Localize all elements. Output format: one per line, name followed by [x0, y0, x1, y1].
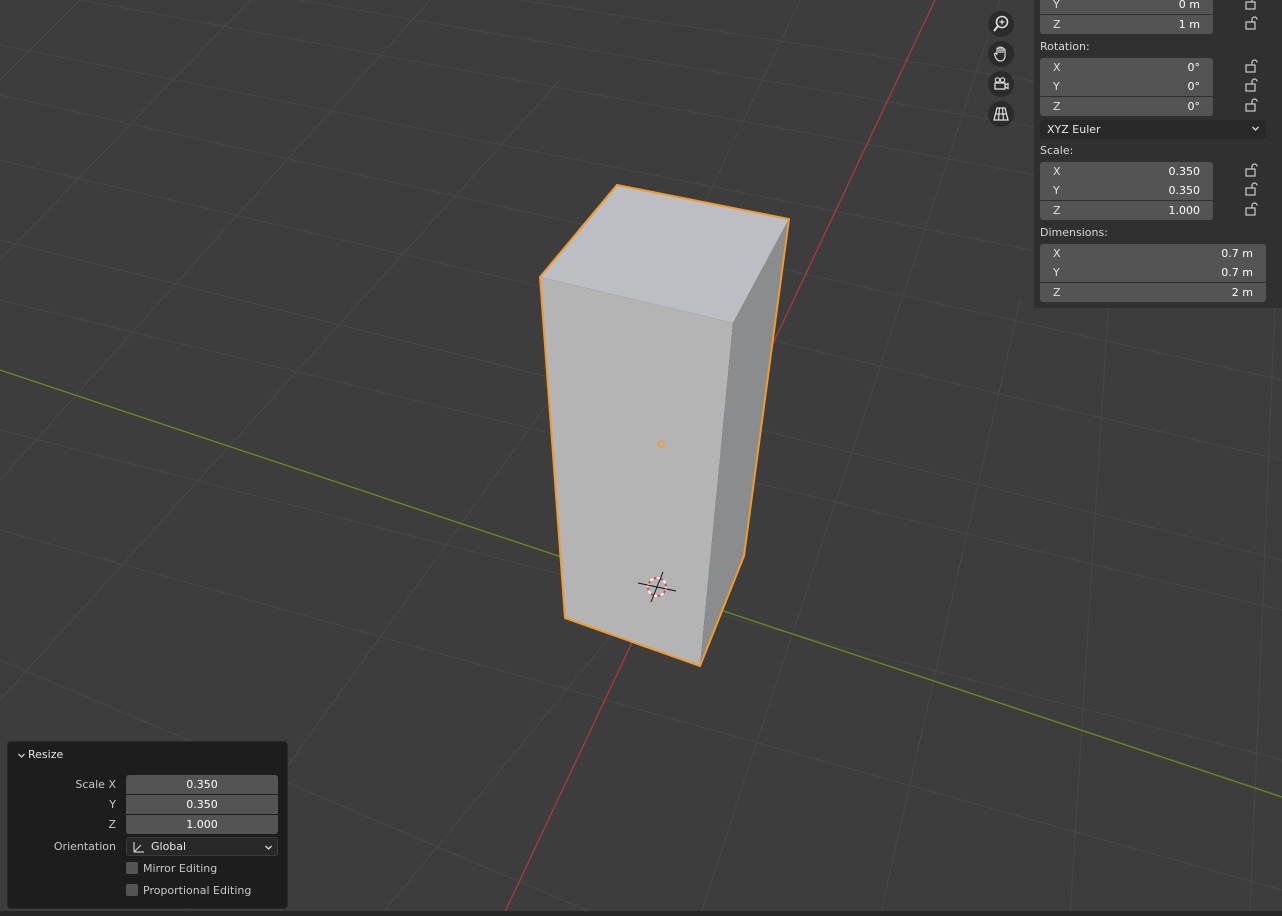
field-value: 0.7 m: [1221, 266, 1253, 279]
axis-label: Y: [1053, 80, 1060, 93]
panel-title[interactable]: Resize: [28, 748, 63, 761]
field-value: 1 m: [1178, 18, 1200, 31]
lock-icon[interactable]: [1244, 78, 1258, 92]
dimensions-y-field[interactable]: Y 0.7 m: [1040, 263, 1266, 282]
axis-label: Y: [1053, 266, 1060, 279]
pan-hand-icon[interactable]: [988, 41, 1014, 67]
zoom-icon[interactable]: [988, 11, 1014, 37]
scale-label: Scale:: [1040, 144, 1074, 157]
ortho-grid-icon[interactable]: [988, 101, 1014, 127]
orientation-global-icon: [133, 842, 144, 853]
orientation-label: Orientation: [53, 840, 116, 853]
lock-icon[interactable]: [1244, 202, 1258, 216]
axis-label: Z: [1053, 100, 1061, 113]
axis-label: Z: [1053, 286, 1061, 299]
chevron-down-icon: [265, 845, 272, 850]
field-value: 2 m: [1231, 286, 1253, 299]
resize-scale-x-field[interactable]: 0.350: [126, 775, 278, 794]
rotation-label: Rotation:: [1040, 40, 1090, 53]
dimensions-z-field[interactable]: Z 2 m: [1040, 283, 1266, 302]
axis-label: X: [1053, 247, 1061, 260]
lock-icon[interactable]: [1244, 16, 1258, 30]
dropdown-value: XYZ Euler: [1047, 123, 1101, 136]
status-bar-edge: [0, 911, 1282, 916]
rotation-z-field[interactable]: Z 0°: [1040, 97, 1213, 116]
lock-icon[interactable]: [1244, 59, 1258, 73]
lock-icon[interactable]: [1244, 0, 1258, 10]
proportional-editing-checkbox[interactable]: [126, 884, 138, 896]
dropdown-value: Global: [151, 840, 187, 853]
scale-y-field[interactable]: Y 0.350: [1040, 181, 1213, 200]
field-value: 0.7 m: [1221, 247, 1253, 260]
dimensions-x-field[interactable]: X 0.7 m: [1040, 244, 1266, 263]
chevron-down-icon: [1252, 126, 1259, 131]
scale-z-field[interactable]: Z 1.000: [1040, 201, 1213, 220]
scale-y-label: Y: [109, 798, 116, 811]
scale-z-label: Z: [108, 818, 116, 831]
rotation-y-field[interactable]: Y 0°: [1040, 77, 1213, 96]
mirror-editing-checkbox[interactable]: [126, 862, 138, 874]
camera-view-icon[interactable]: [988, 71, 1014, 97]
field-value: 0.350: [1168, 165, 1201, 178]
field-value: 0°: [1187, 80, 1201, 93]
lock-icon[interactable]: [1244, 163, 1258, 177]
axis-label: Z: [1053, 18, 1061, 31]
axis-label: Z: [1053, 204, 1061, 217]
field-value: 0°: [1187, 61, 1201, 74]
resize-scale-y-field[interactable]: 0.350: [126, 795, 278, 814]
field-value: 0°: [1187, 100, 1201, 113]
axis-label: X: [1053, 61, 1061, 74]
field-value: 0.350: [1168, 184, 1201, 197]
resize-operator-panel: Resize Scale X 0.350 Y 0.350 Z 1.000 Ori…: [7, 741, 288, 909]
field-value: 1.000: [1168, 204, 1201, 217]
rotation-mode-dropdown[interactable]: XYZ Euler: [1040, 120, 1266, 139]
orientation-dropdown[interactable]: Global: [126, 837, 278, 856]
scale-x-label: Scale X: [75, 778, 116, 791]
lock-icon[interactable]: [1244, 182, 1258, 196]
axis-label: Y: [1053, 184, 1060, 197]
scale-x-field[interactable]: X 0.350: [1040, 162, 1213, 181]
mirror-editing-label: Mirror Editing: [143, 862, 218, 875]
location-z-field[interactable]: Z 1 m: [1040, 15, 1213, 34]
rotation-x-field[interactable]: X 0°: [1040, 58, 1213, 77]
chevron-down-icon[interactable]: [17, 751, 26, 760]
axis-label: X: [1053, 165, 1061, 178]
axis-label: Y: [1053, 0, 1060, 11]
resize-scale-z-field[interactable]: 1.000: [126, 815, 278, 834]
proportional-editing-label: Proportional Editing: [143, 884, 252, 897]
dimensions-label: Dimensions:: [1040, 226, 1108, 239]
transform-properties-panel: Y 0 m Z 1 m Rotation: X 0° Y 0° Z 0° XYZ…: [1034, 0, 1282, 308]
field-value: 0 m: [1178, 0, 1200, 11]
lock-icon[interactable]: [1244, 98, 1258, 112]
location-y-field[interactable]: Y 0 m: [1040, 0, 1213, 14]
